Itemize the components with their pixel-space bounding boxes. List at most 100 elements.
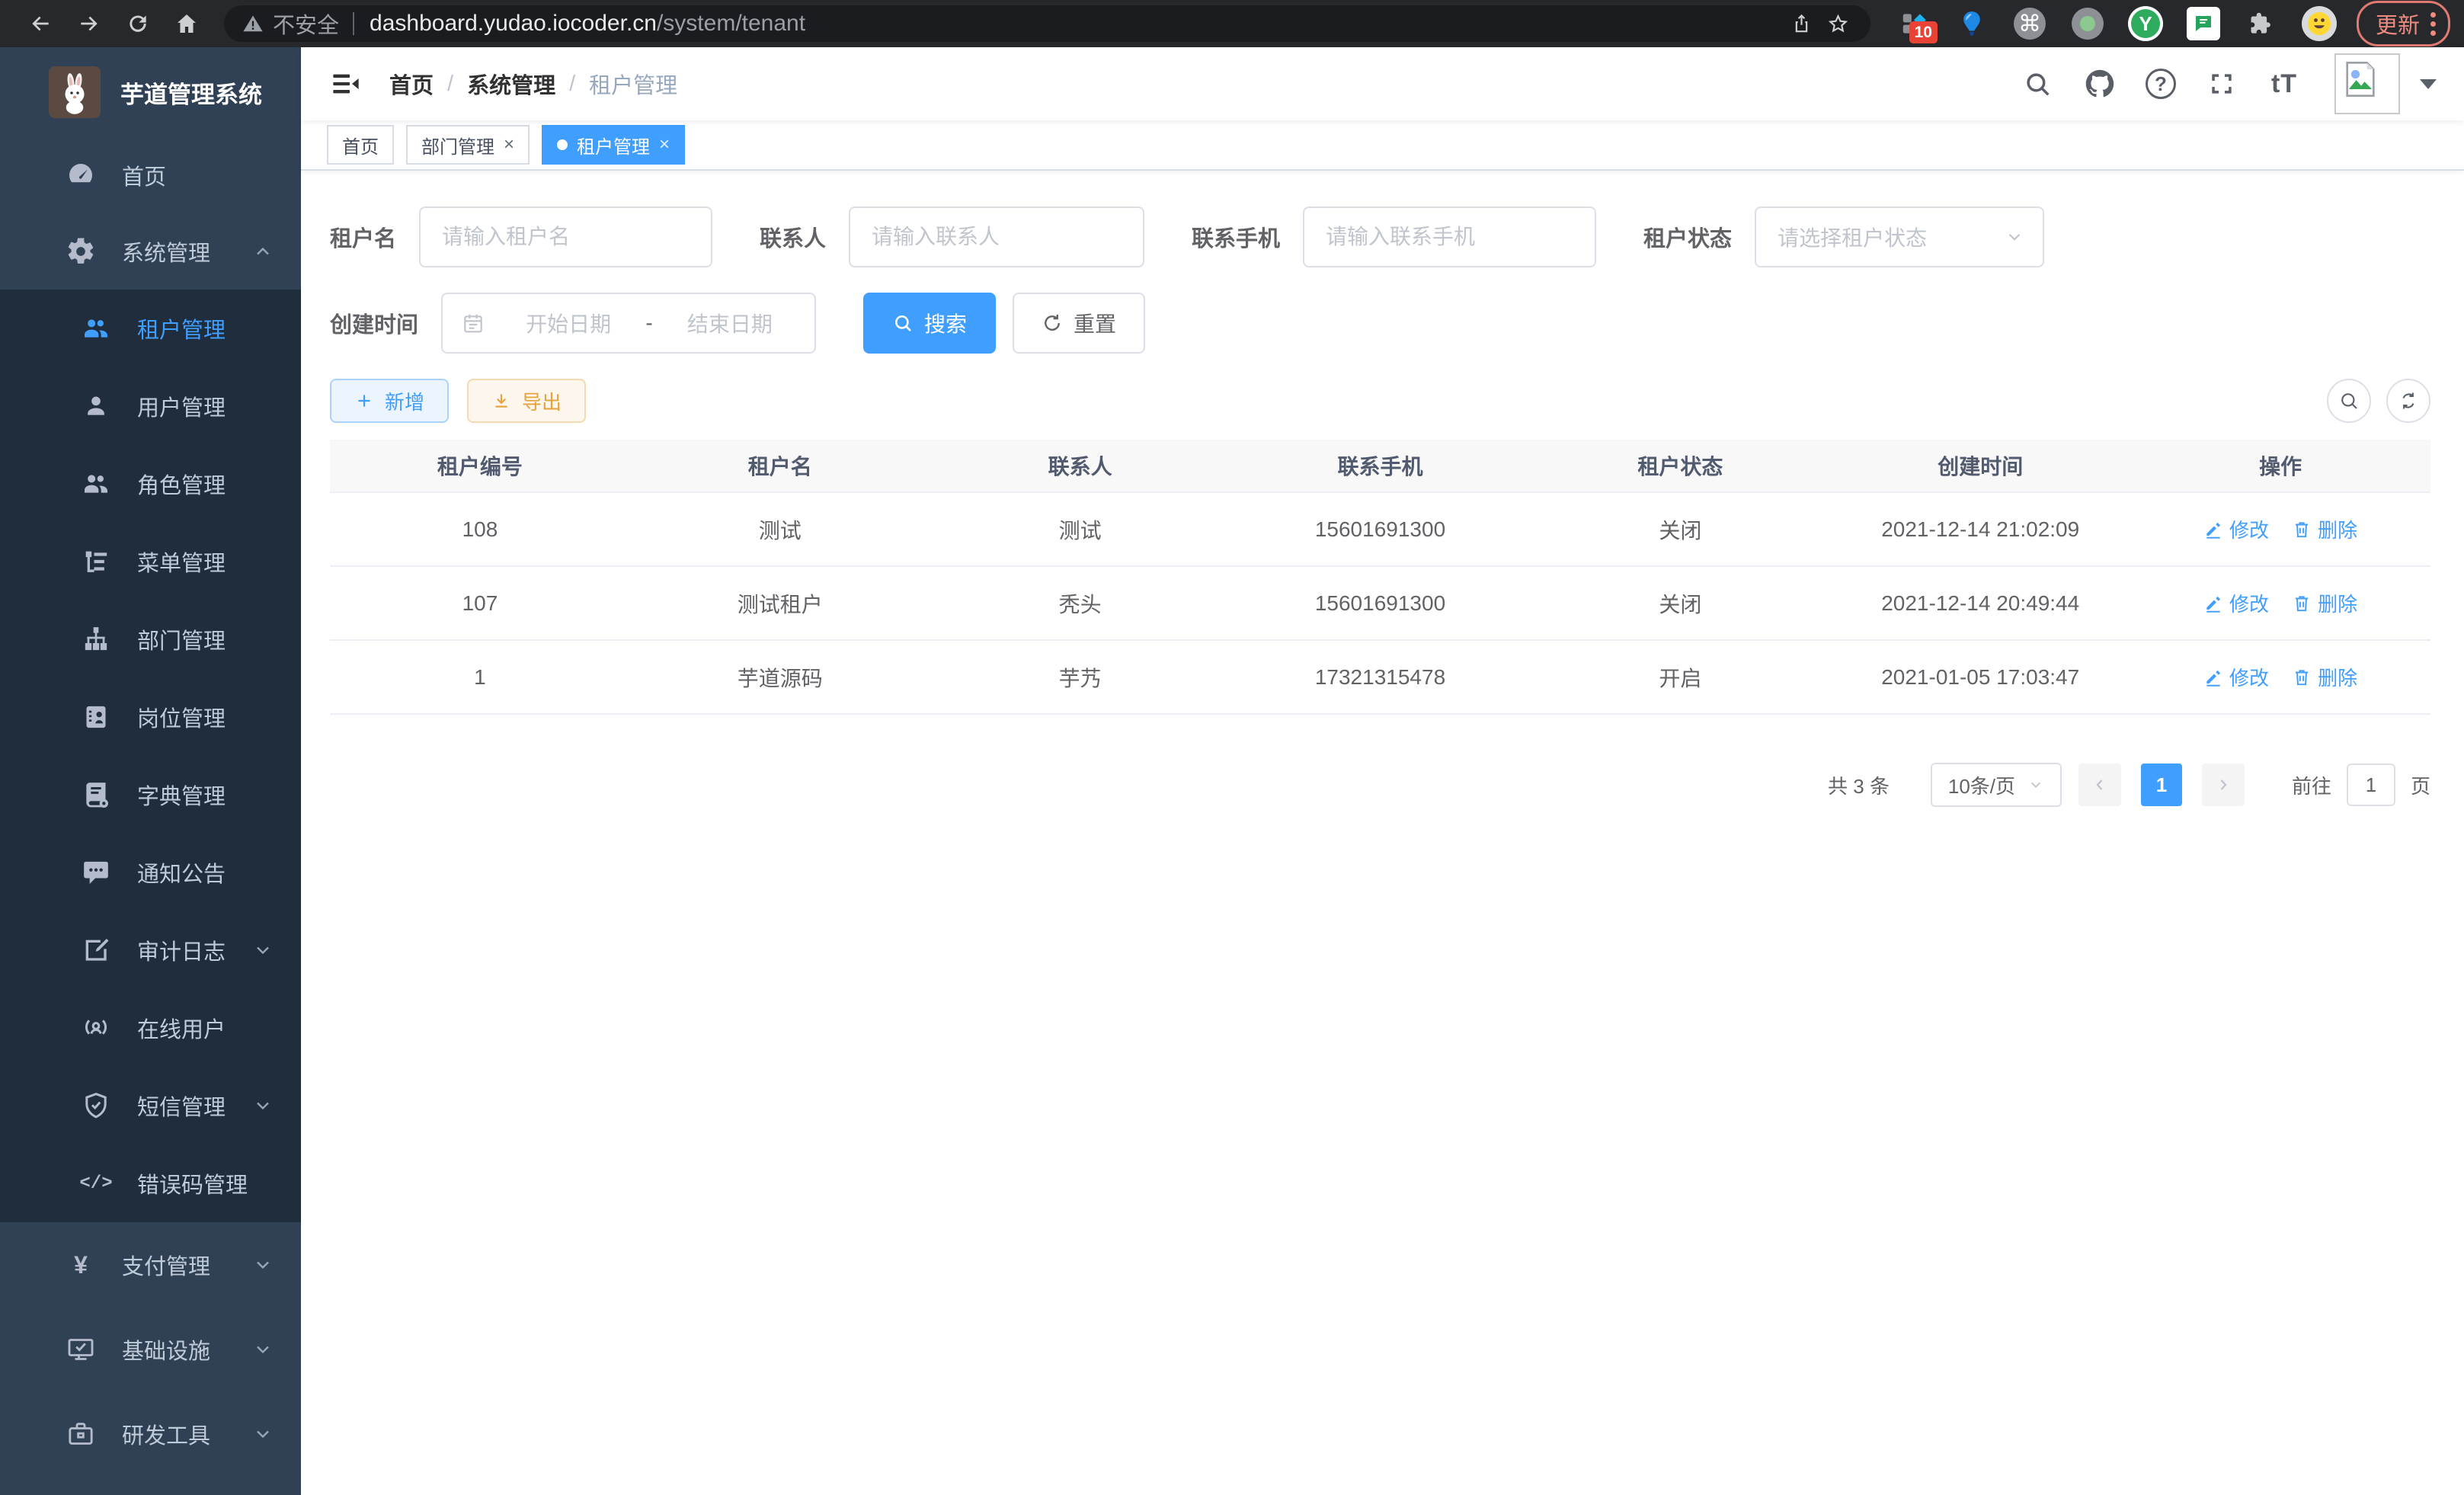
chevron-left-icon	[2091, 776, 2109, 794]
sidebar-item-infra[interactable]: 基础设施	[0, 1307, 301, 1391]
next-page-button[interactable]	[2202, 764, 2245, 806]
bookmark-star-icon[interactable]	[1820, 6, 1857, 41]
close-icon[interactable]: ×	[659, 136, 670, 154]
edit-link[interactable]: 修改	[2203, 515, 2269, 543]
status-select[interactable]: 请选择租户状态	[1755, 206, 2044, 267]
balloon-pin-icon[interactable]	[1947, 4, 1997, 43]
breadcrumb-home[interactable]: 首页	[389, 68, 434, 100]
reset-button[interactable]: 重置	[1013, 293, 1145, 354]
extensions-area: 10 ⌘ Y	[1889, 4, 2344, 43]
chevron-down-icon	[252, 1254, 274, 1276]
browser-menu-icon[interactable]	[2430, 12, 2436, 36]
navbar: 首页 / 系统管理 / 租户管理 ? tT	[301, 47, 2464, 120]
y-logo-icon[interactable]: Y	[2120, 4, 2171, 43]
share-icon[interactable]	[1784, 6, 1820, 41]
address-bar[interactable]: 不安全 dashboard.yudao.iocoder.cn/system/te…	[224, 5, 1870, 42]
monitor-check-icon	[64, 1333, 98, 1366]
goto-page-input[interactable]	[2347, 764, 2395, 806]
sidebar-item-sms[interactable]: 短信管理	[0, 1067, 301, 1144]
chevron-down-icon	[252, 1095, 274, 1116]
sidebar-item-home[interactable]: 首页	[0, 137, 301, 213]
sidebar-item-error-code[interactable]: </> 错误码管理	[0, 1144, 301, 1222]
col-tenant-id: 租户编号	[330, 450, 630, 481]
help-icon[interactable]: ?	[2146, 69, 2176, 99]
font-size-icon[interactable]: tT	[2267, 67, 2301, 101]
navbar-actions: ? tT	[2021, 53, 2437, 114]
delete-link[interactable]: 删除	[2292, 589, 2357, 617]
puzzle-extensions-icon[interactable]	[2236, 4, 2286, 43]
col-contact: 联系人	[930, 450, 1230, 481]
phone-input[interactable]	[1303, 206, 1596, 267]
sidebar-item-devtools[interactable]: 研发工具	[0, 1391, 301, 1476]
goto-label: 前往	[2292, 771, 2331, 799]
browser-toolbar: 不安全 dashboard.yudao.iocoder.cn/system/te…	[0, 0, 2464, 47]
filter-status: 租户状态 请选择租户状态	[1643, 206, 2044, 267]
trash-icon	[2292, 520, 2312, 539]
logo-rabbit-image	[49, 66, 101, 118]
shield-check-icon	[79, 1089, 113, 1122]
pencil-icon	[2203, 667, 2223, 687]
tag-home[interactable]: 首页	[327, 125, 394, 165]
sidebar-item-post[interactable]: 岗位管理	[0, 678, 301, 756]
page-content: 租户名 联系人 联系手机 租户状态 请选择租户状态	[301, 171, 2464, 1495]
back-icon[interactable]	[18, 6, 62, 41]
page-size-select[interactable]: 10条/页	[1931, 763, 2062, 807]
current-page[interactable]: 1	[2141, 764, 2182, 806]
tag-dept[interactable]: 部门管理×	[406, 125, 530, 165]
sidebar-logo[interactable]: 芋道管理系统	[0, 47, 301, 137]
delete-link[interactable]: 删除	[2292, 663, 2357, 691]
github-icon[interactable]	[2083, 67, 2117, 101]
chrome-update-button[interactable]: 更新	[2357, 1, 2450, 46]
sidebar-item-menu[interactable]: 菜单管理	[0, 523, 301, 600]
sidebar-item-tenant[interactable]: 租户管理	[0, 290, 301, 367]
table-row: 1 芋道源码 芋艿 17321315478 开启 2021-01-05 17:0…	[330, 641, 2430, 715]
export-button[interactable]: 导出	[467, 379, 586, 423]
tags-view: 首页 部门管理× 租户管理×	[301, 120, 2464, 171]
user-avatar[interactable]	[2334, 53, 2437, 114]
table-row: 107 测试租户 秃头 15601691300 关闭 2021-12-14 20…	[330, 567, 2430, 641]
search-icon	[892, 312, 914, 334]
sidebar-item-dict[interactable]: 字典管理	[0, 756, 301, 834]
fullscreen-icon[interactable]	[2205, 67, 2238, 101]
command-icon[interactable]: ⌘	[2005, 4, 2055, 43]
contact-input[interactable]	[849, 206, 1144, 267]
header-search-icon[interactable]	[2021, 67, 2054, 101]
sidebar-item-role[interactable]: 角色管理	[0, 445, 301, 523]
col-tenant-name: 租户名	[630, 450, 930, 481]
chevron-down-icon	[252, 1339, 274, 1360]
caret-down-icon	[2420, 79, 2437, 89]
profile-emoji-avatar[interactable]	[2294, 4, 2344, 43]
close-icon[interactable]: ×	[504, 136, 514, 154]
sidebar-item-payment[interactable]: ¥ 支付管理	[0, 1222, 301, 1307]
sidebar-item-dept[interactable]: 部门管理	[0, 600, 301, 678]
status-text: 关闭	[1530, 588, 1830, 619]
trash-icon	[2292, 594, 2312, 613]
sidebar-item-audit-log[interactable]: 审计日志	[0, 911, 301, 989]
date-range-picker[interactable]: 开始日期 - 结束日期	[441, 293, 816, 354]
prev-page-button[interactable]	[2078, 764, 2121, 806]
edit-link[interactable]: 修改	[2203, 589, 2269, 617]
sidebar-item-system[interactable]: 系统管理	[0, 213, 301, 290]
green-dot-icon[interactable]	[2062, 4, 2113, 43]
sidebar-item-online-users[interactable]: 在线用户	[0, 989, 301, 1067]
forward-icon[interactable]	[67, 6, 111, 41]
edit-link[interactable]: 修改	[2203, 663, 2269, 691]
refresh-table-button[interactable]	[2386, 379, 2430, 423]
extension-blocks-icon[interactable]: 10	[1889, 4, 1939, 43]
sidebar-item-user[interactable]: 用户管理	[0, 367, 301, 445]
chat-extension-icon[interactable]	[2178, 4, 2229, 43]
tenant-name-input[interactable]	[419, 206, 712, 267]
tag-tenant[interactable]: 租户管理×	[542, 125, 685, 165]
reload-icon[interactable]	[116, 6, 160, 41]
security-label[interactable]: 不安全	[273, 8, 339, 40]
home-icon[interactable]	[165, 6, 209, 41]
search-button[interactable]: 搜索	[863, 293, 996, 354]
sidebar-item-notice[interactable]: 通知公告	[0, 834, 301, 911]
chevron-up-icon	[252, 241, 274, 262]
sidebar-fold-icon[interactable]	[328, 66, 363, 101]
add-button[interactable]: 新增	[330, 379, 449, 423]
hide-search-button[interactable]	[2327, 379, 2371, 423]
delete-link[interactable]: 删除	[2292, 515, 2357, 543]
url-text: dashboard.yudao.iocoder.cn/system/tenant	[370, 11, 1784, 37]
status-text: 关闭	[1530, 514, 1830, 545]
